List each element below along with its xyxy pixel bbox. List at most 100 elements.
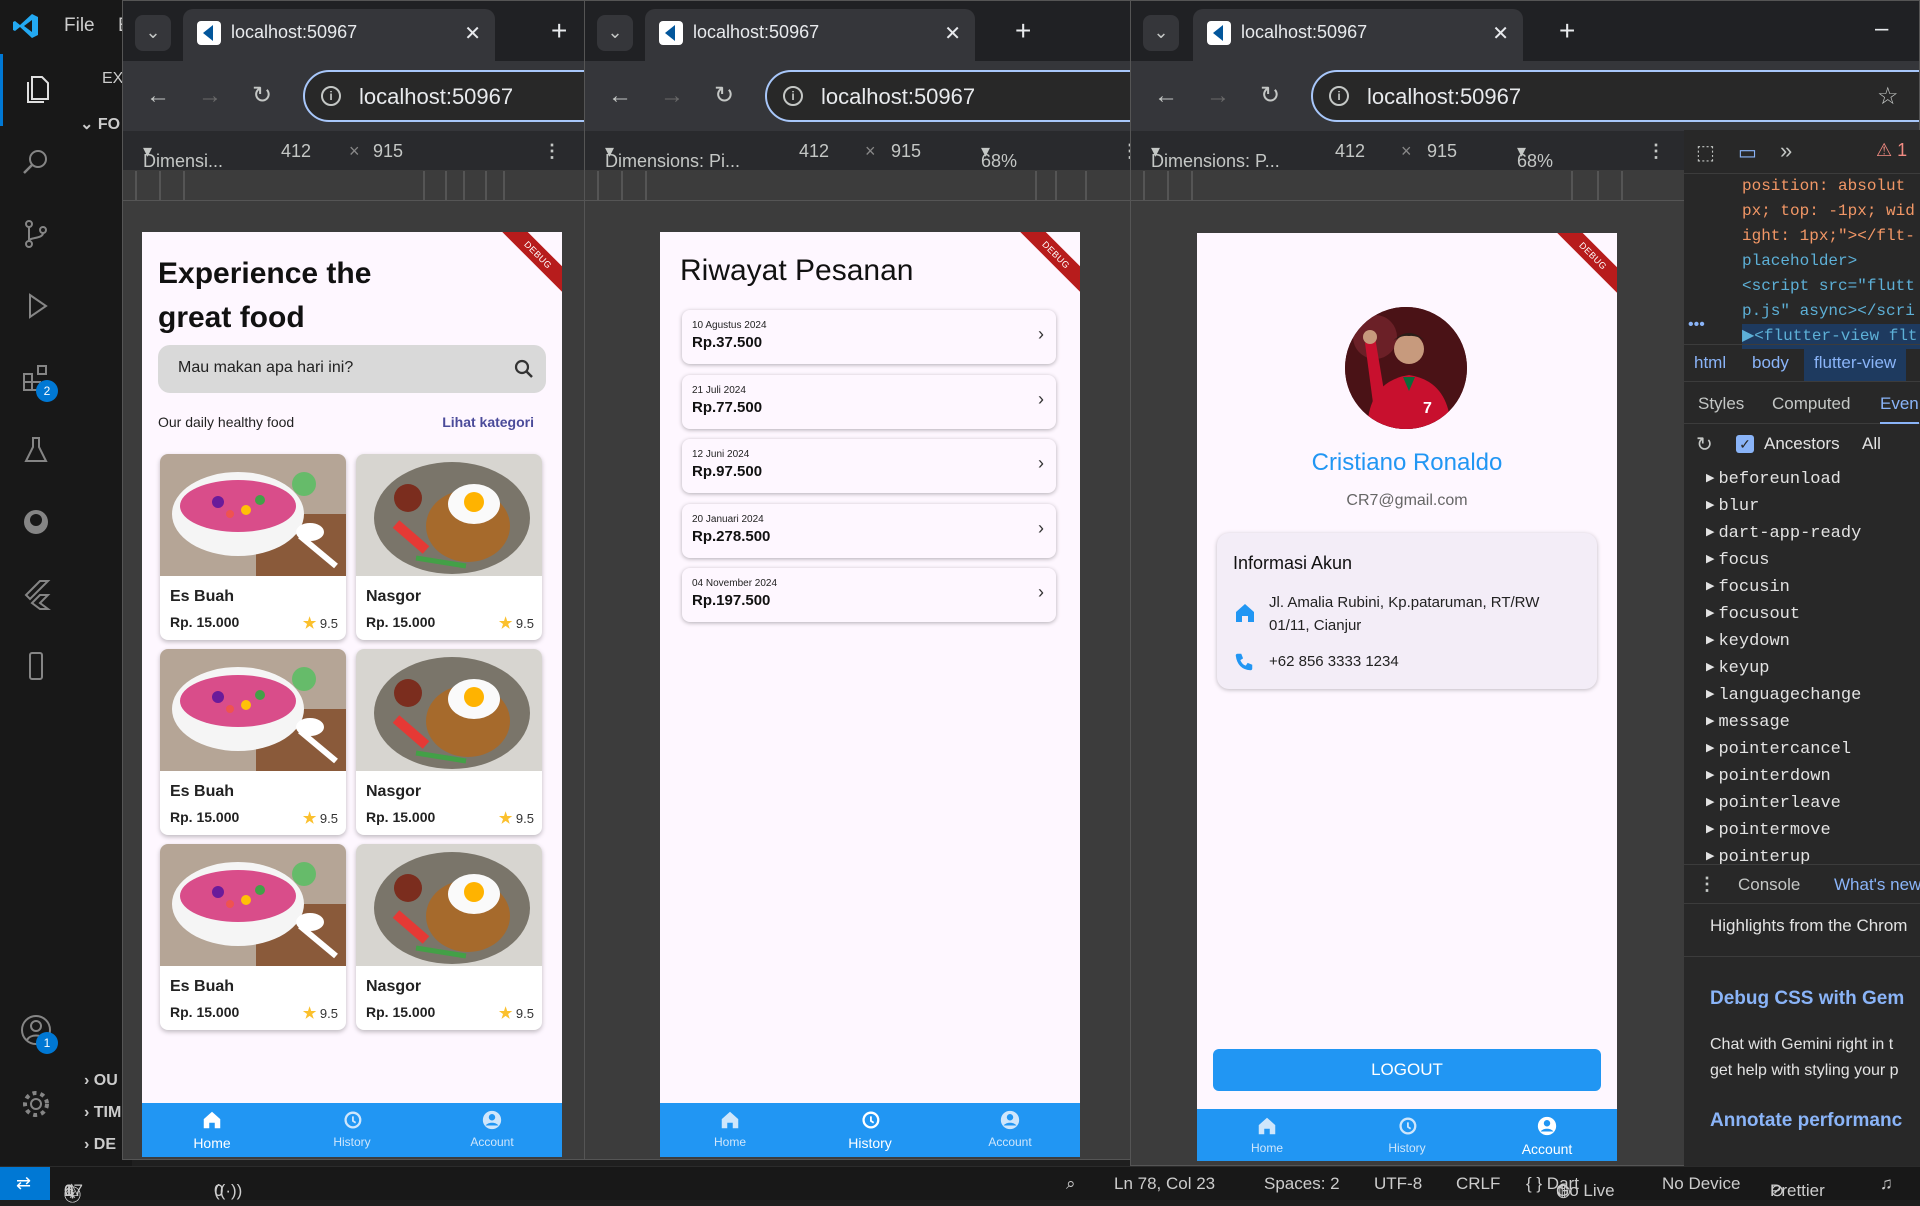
bookmark-star-icon[interactable]: ☆ xyxy=(1877,82,1899,111)
nav-home[interactable]: Home xyxy=(1217,1115,1317,1155)
zoom-icon[interactable]: ⌕ xyxy=(1066,1174,1076,1194)
zoom-select[interactable]: 68% ▾ xyxy=(981,141,1017,171)
source-control-activity[interactable] xyxy=(0,198,72,270)
event-listener-item[interactable]: pointerleave xyxy=(1706,794,1840,813)
encoding[interactable]: UTF-8 xyxy=(1374,1174,1422,1194)
more-options-icon[interactable]: ⋮ xyxy=(543,141,561,162)
more-options-icon[interactable]: ⋮ xyxy=(1647,141,1665,162)
event-listener-item[interactable]: keydown xyxy=(1706,632,1789,651)
explorer-activity[interactable] xyxy=(0,54,72,126)
order-row[interactable]: 20 Januari 2024 Rp.278.500 › xyxy=(682,503,1056,558)
device-selector[interactable]: No Device xyxy=(1662,1174,1740,1194)
timeline-section[interactable]: › TIM xyxy=(84,1104,121,1122)
forward-button[interactable]: → xyxy=(657,81,687,111)
event-listener-item[interactable]: focus xyxy=(1706,551,1769,570)
tab-computed[interactable]: Computed xyxy=(1772,394,1850,414)
back-button[interactable]: ← xyxy=(605,81,635,111)
all-filter[interactable]: All xyxy=(1862,434,1881,454)
nav-home[interactable]: Home xyxy=(162,1109,262,1151)
accounts-activity[interactable]: 1 xyxy=(0,994,72,1066)
tab-event-listeners[interactable]: Even xyxy=(1880,394,1919,424)
food-card[interactable]: Es Buah Rp. 15.000 ★ 9.5 xyxy=(160,844,346,1030)
order-row[interactable]: 21 Juli 2024 Rp.77.500 › xyxy=(682,374,1056,429)
folder-label[interactable]: ⌄ FO xyxy=(80,114,120,134)
event-listener-item[interactable]: pointermove xyxy=(1706,821,1830,840)
event-listener-item[interactable]: keyup xyxy=(1706,659,1769,678)
forward-button[interactable]: → xyxy=(195,81,225,111)
nav-account[interactable]: Account xyxy=(442,1109,542,1149)
tab-whats-new[interactable]: What's new xyxy=(1834,875,1920,895)
cursor-position[interactable]: Ln 78, Col 23 xyxy=(1114,1174,1215,1194)
browser-tab[interactable]: localhost:50967 ✕ xyxy=(645,9,975,61)
breadcrumb-body[interactable]: body xyxy=(1752,353,1789,373)
food-card[interactable]: Nasgor Rp. 15.000 ★ 9.5 xyxy=(356,454,542,640)
nav-history[interactable]: History xyxy=(820,1109,920,1151)
order-row[interactable]: 12 Juni 2024 Rp.97.500 › xyxy=(682,439,1056,493)
device-activity[interactable] xyxy=(0,630,72,702)
github-activity[interactable] xyxy=(0,486,72,558)
tab-search-button[interactable]: ⌄ xyxy=(135,15,171,51)
close-tab-icon[interactable]: ✕ xyxy=(464,21,481,46)
url-field[interactable]: i localhost:50967 xyxy=(303,70,587,122)
device-select[interactable]: Dimensi... ▾ xyxy=(143,141,223,171)
food-card[interactable]: Nasgor Rp. 15.000 ★ 9.5 xyxy=(356,844,542,1030)
nav-home[interactable]: Home xyxy=(680,1109,780,1149)
url-field[interactable]: i localhost:50967 ☆ xyxy=(1311,70,1919,122)
new-tab-button[interactable]: + xyxy=(1559,15,1575,47)
settings-activity[interactable] xyxy=(0,1068,72,1140)
back-button[interactable]: ← xyxy=(1151,81,1181,111)
whats-new-title-2[interactable]: Annotate performanc xyxy=(1710,1110,1902,1132)
menu-file[interactable]: File xyxy=(64,15,95,37)
url-field[interactable]: i localhost:50967 xyxy=(765,70,1133,122)
search-input[interactable]: Mau makan apa hari ini? xyxy=(158,345,546,393)
device-select[interactable]: Dimensions: Pi... ▾ xyxy=(605,141,740,171)
width-field[interactable]: 412 xyxy=(1335,141,1365,162)
refresh-icon[interactable]: ↻ xyxy=(1696,432,1713,457)
tab-search-button[interactable]: ⌄ xyxy=(597,15,633,51)
nav-history[interactable]: History xyxy=(302,1109,402,1149)
inspect-element-icon[interactable]: ⬚ xyxy=(1696,140,1715,165)
zoom-select[interactable]: 68% ▾ xyxy=(1517,141,1553,171)
nav-account[interactable]: Account xyxy=(1497,1115,1597,1157)
close-tab-icon[interactable]: ✕ xyxy=(1492,21,1509,46)
forward-button[interactable]: → xyxy=(1203,81,1233,111)
reload-button[interactable]: ↻ xyxy=(247,81,277,111)
dependencies-section[interactable]: › DE xyxy=(84,1136,116,1154)
nav-history[interactable]: History xyxy=(1357,1115,1457,1155)
back-button[interactable]: ← xyxy=(143,81,173,111)
logout-button[interactable]: LOGOUT xyxy=(1213,1049,1601,1091)
height-field[interactable]: 915 xyxy=(373,141,403,162)
event-listener-item[interactable]: message xyxy=(1706,713,1789,732)
search-icon[interactable] xyxy=(514,359,534,379)
whats-new-title-1[interactable]: Debug CSS with Gem xyxy=(1710,988,1904,1010)
reload-button[interactable]: ↻ xyxy=(1255,81,1285,111)
indentation[interactable]: Spaces: 2 xyxy=(1264,1174,1340,1194)
height-field[interactable]: 915 xyxy=(1427,141,1457,162)
new-tab-button[interactable]: + xyxy=(551,15,567,47)
tab-console[interactable]: Console xyxy=(1738,875,1800,895)
event-listener-item[interactable]: blur xyxy=(1706,497,1759,516)
width-field[interactable]: 412 xyxy=(799,141,829,162)
flutter-activity[interactable] xyxy=(0,558,72,630)
food-card[interactable]: Es Buah Rp. 15.000 ★ 9.5 xyxy=(160,649,346,835)
event-listener-item[interactable]: focusout xyxy=(1706,605,1800,624)
drawer-menu-icon[interactable]: ⋮ xyxy=(1698,874,1716,895)
breadcrumb-html[interactable]: html xyxy=(1694,353,1726,373)
food-card[interactable]: Es Buah Rp. 15.000 ★ 9.5 xyxy=(160,454,346,640)
event-listener-item[interactable]: beforeunload xyxy=(1706,470,1840,489)
new-tab-button[interactable]: + xyxy=(1015,15,1031,47)
outline-section[interactable]: › OU xyxy=(84,1072,118,1090)
minimize-button[interactable]: – xyxy=(1875,15,1888,43)
see-categories-link[interactable]: Lihat kategori xyxy=(442,414,534,430)
event-listener-item[interactable]: pointercancel xyxy=(1706,740,1851,759)
warning-counter[interactable]: ⚠ 1 xyxy=(1876,140,1907,161)
breadcrumb-flutter-view[interactable]: flutter-view xyxy=(1804,345,1907,381)
device-toggle-icon[interactable]: ▭ xyxy=(1738,140,1757,165)
line-ending[interactable]: CRLF xyxy=(1456,1174,1500,1194)
ancestors-checkbox[interactable]: ✓ xyxy=(1736,435,1754,453)
ellipsis-icon[interactable]: ••• xyxy=(1688,316,1705,334)
close-tab-icon[interactable]: ✕ xyxy=(944,21,961,46)
event-listener-item[interactable]: languagechange xyxy=(1706,686,1861,705)
more-tabs-icon[interactable]: » xyxy=(1780,138,1792,164)
height-field[interactable]: 915 xyxy=(891,141,921,162)
